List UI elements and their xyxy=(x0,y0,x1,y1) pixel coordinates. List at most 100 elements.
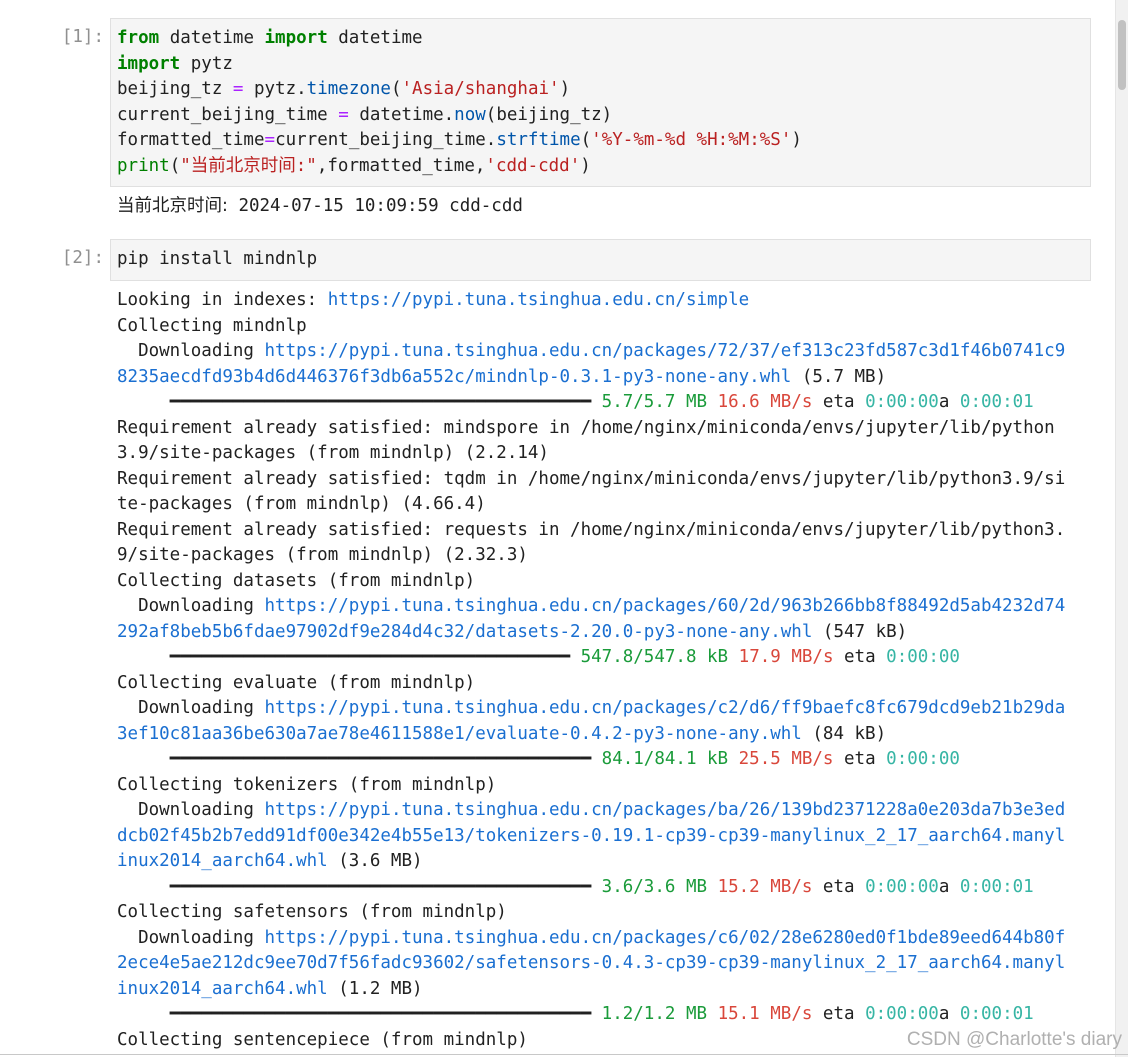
text-token: Downloading xyxy=(117,698,265,718)
eta-time: 0:00:00 xyxy=(865,392,939,412)
string-token: 'cdd-cdd' xyxy=(485,155,581,176)
vertical-scrollbar[interactable] xyxy=(1115,0,1128,1057)
download-speed: 16.6 MB/s xyxy=(717,392,813,412)
progress-bar: ━━━━━━━━━━━━━━━━━━━━━━━━━━━━━━━━━━━━━━━━ xyxy=(117,749,602,769)
output-line: 2ece4e5ae212dc9ee70d7f56fadc93602/safete… xyxy=(117,951,1092,977)
output-line: 8235aecdfd93b4d6d446376f3db6a552c/mindnl… xyxy=(117,365,1092,391)
text-token: Collecting safetensors (from mindnlp) xyxy=(117,902,507,922)
text-token: datetime xyxy=(159,28,265,48)
text-token: (beijing_tz) xyxy=(485,104,613,125)
function-token: now xyxy=(454,104,486,125)
text-token: current_beijing_time. xyxy=(275,130,497,150)
code-line: print("当前北京时间:",formatted_time,'cdd-cdd'… xyxy=(117,154,1084,180)
progress-bar: ━━━━━━━━━━━━━━━━━━━━━━━━━━━━━━━━━━━━━━━━ xyxy=(117,392,602,412)
output-line: Collecting tokenizers (from mindnlp) xyxy=(117,773,1092,799)
cell-2-prompt: [2]: xyxy=(61,248,104,268)
scrollbar-thumb[interactable] xyxy=(1118,20,1126,90)
text-token: pip install mindnlp xyxy=(117,249,318,269)
output-line: Requirement already satisfied: mindspore… xyxy=(117,416,1092,442)
text-token: beijing_tz xyxy=(117,79,233,99)
url-link[interactable]: https://pypi.tuna.tsinghua.edu.cn/simple xyxy=(328,290,749,310)
url-link[interactable]: 292af8beb5b6fdae97902df9e284d4c32/datase… xyxy=(117,622,812,642)
output-line: Collecting mindnlp xyxy=(117,314,1092,340)
url-link[interactable]: https://pypi.tuna.tsinghua.edu.cn/packag… xyxy=(265,800,1066,820)
builtin-token: print xyxy=(117,155,170,176)
keyword-token: import xyxy=(264,28,328,48)
download-speed: 17.9 MB/s xyxy=(738,647,834,667)
output-line: Looking in indexes: https://pypi.tuna.ts… xyxy=(117,288,1092,314)
output-line: 3.9/site-packages (from mindnlp) (2.2.14… xyxy=(117,441,1092,467)
string-token: 'Asia/shanghai' xyxy=(401,79,560,99)
text-token: (1.2 MB) xyxy=(327,978,423,999)
url-link[interactable]: dcb02f45b2b7edd91df00e342e4b55e13/tokeni… xyxy=(117,826,1065,846)
output-line: Downloading https://pypi.tuna.tsinghua.e… xyxy=(117,339,1092,365)
eta-time: 0:00:01 xyxy=(959,1004,1034,1024)
text-token: a xyxy=(938,392,960,412)
text-token: datetime xyxy=(327,28,423,48)
bottom-divider xyxy=(0,1054,1128,1055)
text-token: 3.9/site-packages (from mindnlp) (2.2.14… xyxy=(117,443,549,463)
url-link[interactable]: https://pypi.tuna.tsinghua.edu.cn/packag… xyxy=(265,596,1066,616)
url-link[interactable]: 3ef10c81aa36be630a7ae78e4611588e1/evalua… xyxy=(117,724,802,744)
url-link[interactable]: inux2014_aarch64.whl xyxy=(117,851,328,871)
text-token: eta xyxy=(833,647,887,667)
text-token: formatted_time xyxy=(117,130,265,150)
text-token: datetime. xyxy=(348,104,455,125)
output-line: ━━━━━━━━━━━━━━━━━━━━━━━━━━━━━━━━━━━━━━━━… xyxy=(117,875,1092,901)
text-token: ( xyxy=(580,130,592,150)
function-token: strftime xyxy=(496,130,581,150)
text-token: ) xyxy=(791,130,802,150)
url-link[interactable]: 8235aecdfd93b4d6d446376f3db6a552c/mindnl… xyxy=(117,367,791,387)
text-token: 2024-07-15 10:09:59 cdd-cdd xyxy=(227,196,523,216)
text-token: pytz xyxy=(180,53,233,74)
text-token: Collecting datasets (from mindnlp) xyxy=(117,570,476,591)
output-line: Requirement already satisfied: requests … xyxy=(117,518,1092,544)
url-link[interactable]: https://pypi.tuna.tsinghua.edu.cn/packag… xyxy=(265,698,1066,718)
keyword-token: import xyxy=(117,53,181,74)
text-token: eta xyxy=(812,1004,866,1024)
output-text: 当前北京时间: xyxy=(117,196,228,216)
output-line: Downloading https://pypi.tuna.tsinghua.e… xyxy=(117,926,1092,952)
url-link[interactable]: https://pypi.tuna.tsinghua.edu.cn/packag… xyxy=(265,341,1066,361)
eta-time: 0:00:00 xyxy=(865,876,939,897)
text-token: Collecting evaluate (from mindnlp) xyxy=(117,672,476,693)
watermark: CSDN @Charlotte's diary xyxy=(906,1029,1122,1050)
string-token: "当前北京时间:" xyxy=(180,155,317,176)
url-link[interactable]: 2ece4e5ae212dc9ee70d7f56fadc93602/safete… xyxy=(117,953,1065,973)
operator-token: = xyxy=(232,79,244,99)
text-token: Downloading xyxy=(117,596,265,616)
download-speed: 25.5 MB/s xyxy=(738,749,834,769)
code-line: current_beijing_time = datetime.now(beij… xyxy=(117,103,1084,129)
text-token: Requirement already satisfied: requests … xyxy=(117,519,1066,540)
text-token: ,formatted_time, xyxy=(316,155,486,176)
text-token: pytz. xyxy=(243,79,307,99)
text-token: eta xyxy=(812,392,866,412)
text-token: Collecting mindnlp xyxy=(117,315,307,336)
output-line: 292af8beb5b6fdae97902df9e284d4c32/datase… xyxy=(117,620,1092,646)
download-speed: 15.1 MB/s xyxy=(717,1004,813,1024)
output-line: Downloading https://pypi.tuna.tsinghua.e… xyxy=(117,696,1092,722)
cell-1-code-input[interactable]: from datetime import datetime import pytz… xyxy=(110,18,1091,187)
url-link[interactable]: inux2014_aarch64.whl xyxy=(117,979,328,999)
text-token: a xyxy=(938,1004,960,1024)
text-token: 9/site-packages (from mindnlp) (2.32.3) xyxy=(117,545,528,565)
progress-amount: 84.1/84.1 kB xyxy=(601,749,729,769)
output-line: inux2014_aarch64.whl (3.6 MB) xyxy=(117,849,1092,875)
text-token: ) xyxy=(580,155,591,176)
eta-time: 0:00:00 xyxy=(865,1004,939,1024)
progress-amount: 5.7/5.7 MB xyxy=(601,392,708,412)
code-line: beijing_tz = pytz.timezone('Asia/shangha… xyxy=(117,77,1084,103)
code-line: pip install mindnlp xyxy=(117,247,1084,273)
output-line: Requirement already satisfied: tqdm in /… xyxy=(117,467,1092,493)
keyword-token: from xyxy=(117,28,160,48)
eta-time: 0:00:00 xyxy=(886,647,960,667)
text-token: Requirement already satisfied: mindspore… xyxy=(117,417,1055,438)
progress-bar: ━━━━━━━━━━━━━━━━━━━━━━━━━━━━━━━━━━━━━━ xyxy=(117,647,581,667)
cell-2-code-input[interactable]: pip install mindnlp xyxy=(110,239,1091,281)
url-link[interactable]: https://pypi.tuna.tsinghua.edu.cn/packag… xyxy=(265,928,1066,948)
text-token: Downloading xyxy=(117,927,265,948)
text-token: (84 kB) xyxy=(801,723,887,744)
